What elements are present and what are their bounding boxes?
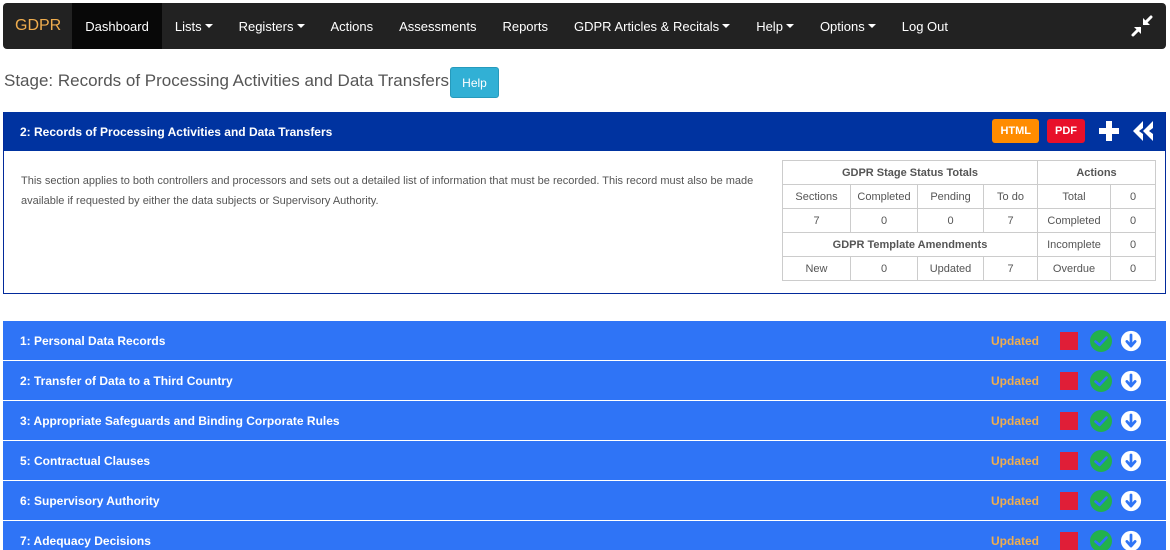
- nav-lists-label: Lists: [174, 18, 202, 34]
- panel-header: 2: Records of Processing Activities and …: [4, 112, 1165, 151]
- sections-label: Sections: [782, 184, 851, 209]
- section-status: Updated: [991, 373, 1039, 388]
- pending-flag-icon: [1060, 531, 1078, 550]
- arrow-down-circle-icon[interactable]: [1120, 530, 1142, 550]
- nav-help[interactable]: Help: [743, 3, 807, 49]
- completed-label: Completed: [850, 184, 918, 209]
- nav-dashboard-label: Dashboard: [85, 18, 149, 34]
- amendments-header: GDPR Template Amendments: [782, 232, 1038, 257]
- html-export-button[interactable]: HTML: [992, 119, 1039, 143]
- updated-label: Updated: [917, 256, 984, 281]
- todo-value: 7: [983, 208, 1038, 233]
- nav-registers[interactable]: Registers: [226, 3, 318, 49]
- check-circle-icon[interactable]: [1089, 369, 1113, 393]
- nav-lists[interactable]: Lists: [162, 3, 226, 49]
- actions-completed-value: 0: [1110, 208, 1156, 233]
- status-totals-table: GDPR Stage Status Totals Actions Section…: [782, 160, 1156, 281]
- actions-header: Actions: [1037, 160, 1156, 185]
- sections-value: 7: [782, 208, 851, 233]
- actions-total-label: Total: [1037, 184, 1111, 209]
- caret-down-icon: [296, 24, 305, 28]
- section-title: 7: Adequacy Decisions: [20, 533, 151, 548]
- arrow-down-circle-icon[interactable]: [1120, 450, 1142, 472]
- pdf-export-button[interactable]: PDF: [1047, 119, 1085, 143]
- actions-incomplete-label: Incomplete: [1037, 232, 1111, 257]
- nav-gdpr-articles[interactable]: GDPR Articles & Recitals: [561, 3, 743, 49]
- nav-gdpr-articles-label: GDPR Articles & Recitals: [573, 18, 720, 34]
- section-status: Updated: [991, 533, 1039, 548]
- section-title: 2: Transfer of Data to a Third Country: [20, 373, 233, 388]
- new-value: 0: [850, 256, 918, 281]
- arrow-down-circle-icon[interactable]: [1120, 410, 1142, 432]
- plus-icon[interactable]: [1097, 119, 1121, 143]
- section-title: 3: Appropriate Safeguards and Binding Co…: [20, 413, 340, 428]
- caret-down-icon: [785, 24, 794, 28]
- check-circle-icon[interactable]: [1089, 489, 1113, 513]
- pending-flag-icon: [1060, 491, 1078, 510]
- nav-assessments-label: Assessments: [399, 18, 477, 34]
- check-circle-icon[interactable]: [1089, 409, 1113, 433]
- pending-flag-icon: [1060, 411, 1078, 430]
- arrow-down-circle-icon[interactable]: [1120, 370, 1142, 392]
- check-circle-icon[interactable]: [1089, 449, 1113, 473]
- nav-logout[interactable]: Log Out: [889, 3, 961, 49]
- nav-help-label: Help: [756, 18, 783, 34]
- double-chevron-left-icon[interactable]: [1131, 119, 1155, 143]
- pending-flag-icon: [1060, 371, 1078, 390]
- pending-label: Pending: [917, 184, 984, 209]
- nav-actions[interactable]: Actions: [318, 3, 387, 49]
- completed-value: 0: [850, 208, 918, 233]
- nav-dashboard[interactable]: Dashboard: [72, 3, 162, 49]
- section-title: 1: Personal Data Records: [20, 333, 166, 348]
- panel-description: This section applies to both controllers…: [21, 175, 754, 207]
- stage-totals-header: GDPR Stage Status Totals: [782, 160, 1038, 185]
- nav-options[interactable]: Options: [807, 3, 889, 49]
- nav-registers-label: Registers: [238, 18, 294, 34]
- arrow-down-circle-icon[interactable]: [1120, 330, 1142, 352]
- nav-reports[interactable]: Reports: [489, 3, 561, 49]
- arrow-down-circle-icon[interactable]: [1120, 490, 1142, 512]
- actions-overdue-value: 0: [1110, 256, 1156, 281]
- nav-actions-label: Actions: [330, 18, 374, 34]
- section-row[interactable]: 2: Transfer of Data to a Third Country U…: [3, 361, 1166, 400]
- section-status: Updated: [991, 413, 1039, 428]
- nav-assessments[interactable]: Assessments: [386, 3, 489, 49]
- section-title: 6: Supervisory Authority: [20, 493, 160, 508]
- caret-down-icon: [867, 24, 876, 28]
- panel-title: 2: Records of Processing Activities and …: [20, 124, 333, 139]
- actions-overdue-label: Overdue: [1037, 256, 1111, 281]
- actions-incomplete-value: 0: [1110, 232, 1156, 257]
- section-row[interactable]: 1: Personal Data Records Updated: [3, 321, 1166, 360]
- section-status: Updated: [991, 333, 1039, 348]
- actions-total-value: 0: [1110, 184, 1156, 209]
- section-list: 1: Personal Data Records Updated 2: Tran…: [3, 321, 1166, 550]
- section-title: 5: Contractual Clauses: [20, 453, 151, 468]
- caret-down-icon: [722, 24, 731, 28]
- pending-flag-icon: [1060, 331, 1078, 350]
- todo-label: To do: [983, 184, 1038, 209]
- brand-logo[interactable]: GDPR: [3, 3, 72, 49]
- nav-reports-label: Reports: [502, 18, 548, 34]
- help-button[interactable]: Help: [450, 67, 499, 98]
- section-status: Updated: [991, 453, 1039, 468]
- section-row[interactable]: 5: Contractual Clauses Updated: [3, 441, 1166, 480]
- panel-tools: HTML PDF: [992, 119, 1155, 143]
- section-status: Updated: [991, 493, 1039, 508]
- section-row[interactable]: 3: Appropriate Safeguards and Binding Co…: [3, 401, 1166, 440]
- section-row[interactable]: 7: Adequacy Decisions Updated: [3, 521, 1166, 550]
- check-circle-icon[interactable]: [1089, 329, 1113, 353]
- nav-logout-label: Log Out: [901, 18, 949, 34]
- actions-completed-label: Completed: [1037, 208, 1111, 233]
- caret-down-icon: [204, 24, 213, 28]
- pending-value: 0: [917, 208, 984, 233]
- page-title: Stage: Records of Processing Activities …: [4, 71, 450, 90]
- pending-flag-icon: [1060, 451, 1078, 470]
- updated-value: 7: [983, 256, 1038, 281]
- check-circle-icon[interactable]: [1089, 529, 1113, 550]
- nav-options-label: Options: [819, 18, 865, 34]
- compress-icon[interactable]: [1130, 14, 1154, 38]
- new-label: New: [782, 256, 851, 281]
- section-row[interactable]: 6: Supervisory Authority Updated: [3, 481, 1166, 520]
- top-navbar: GDPR Dashboard Lists Registers Actions A…: [3, 3, 1166, 49]
